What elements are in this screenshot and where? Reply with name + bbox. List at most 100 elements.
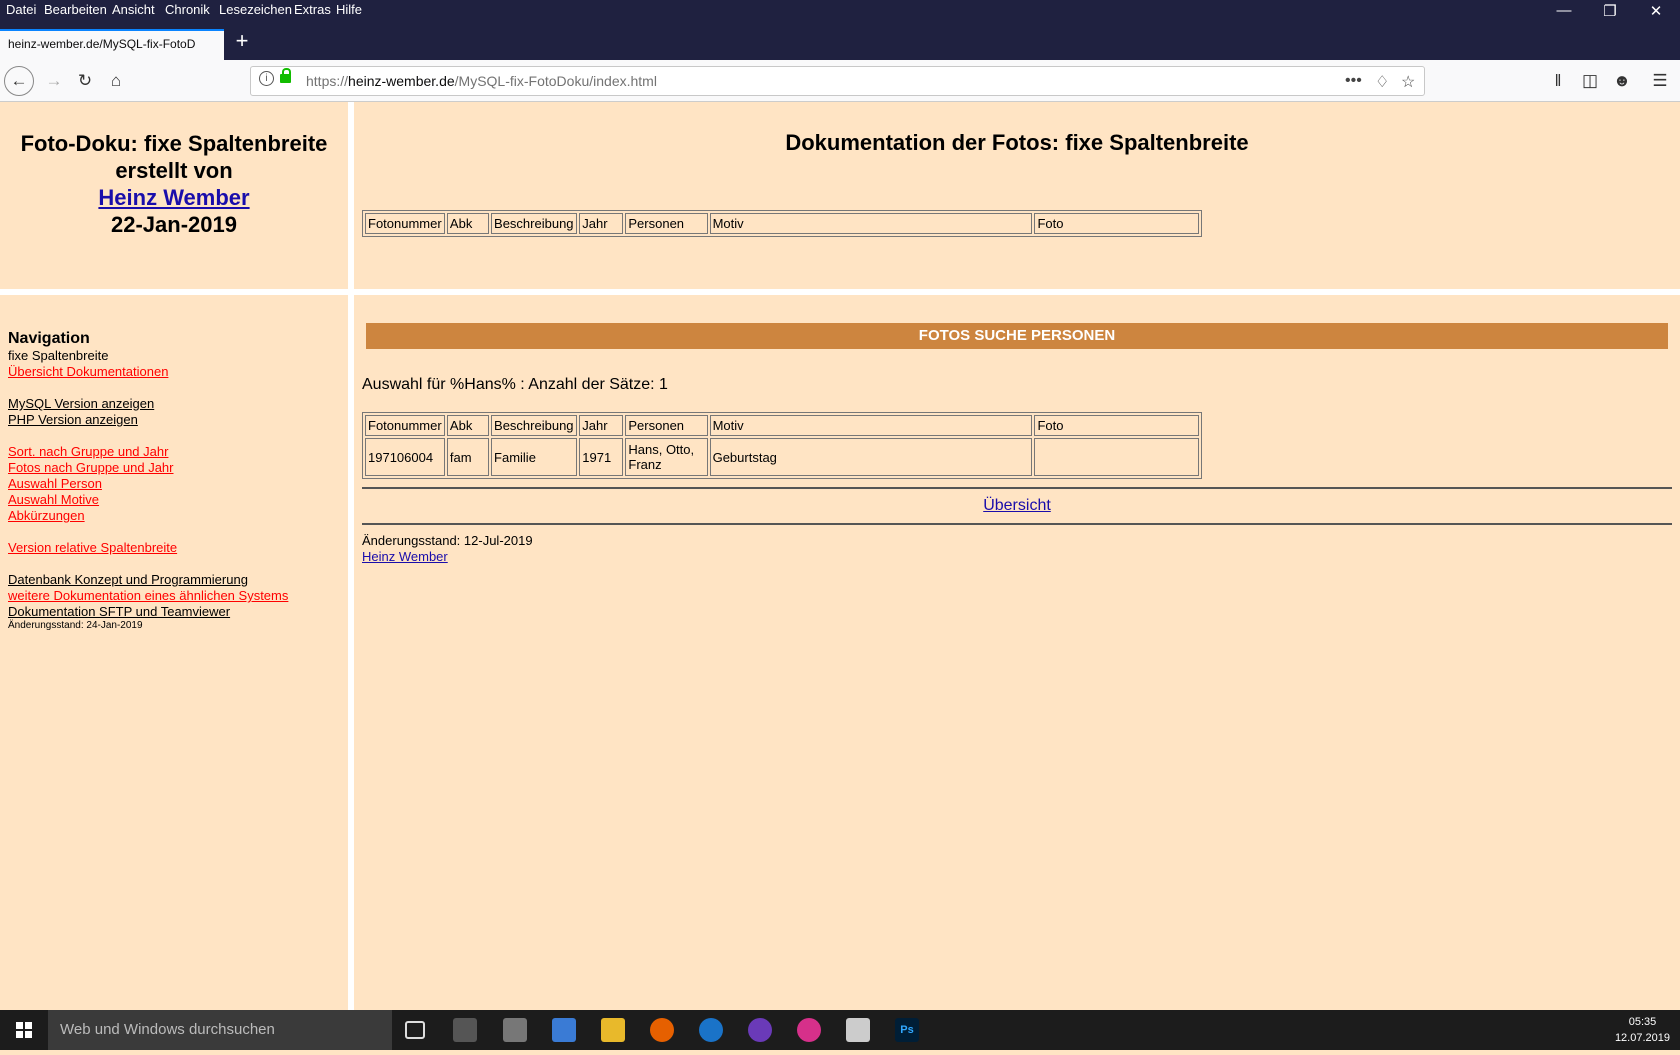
app-color-icon[interactable]: [797, 1018, 821, 1042]
sidebar-icon[interactable]: ◫: [1576, 67, 1604, 95]
header-table: Fotonummer Abk Beschreibung Jahr Persone…: [362, 210, 1202, 237]
cell-abk: fam: [446, 438, 490, 476]
cell-beschreibung: Familie: [491, 438, 578, 476]
more-icon[interactable]: •••: [1345, 72, 1362, 90]
col-jahr: Jahr: [579, 213, 624, 234]
nav-link-php[interactable]: PHP Version anzeigen: [8, 412, 338, 428]
nav-link-sort[interactable]: Sort. nach Gruppe und Jahr: [8, 444, 338, 460]
library-icon[interactable]: ‖: [1544, 67, 1572, 95]
close-icon[interactable]: ✕: [1636, 2, 1676, 20]
cell-jahr: 1971: [579, 438, 624, 476]
tab-title: heinz-wember.de/MySQL-fix-FotoD: [8, 37, 196, 51]
col-foto: Foto: [1034, 213, 1199, 234]
page-title: Dokumentation der Fotos: fixe Spaltenbre…: [785, 130, 1249, 155]
nav-heading: Navigation: [8, 330, 90, 347]
overview-link-wrap: Übersicht: [362, 497, 1672, 515]
col-abk: Abk: [446, 213, 490, 234]
store-icon[interactable]: [453, 1018, 477, 1042]
nav-link-db[interactable]: Datenbank Konzept und Programmierung: [8, 572, 338, 588]
account-icon[interactable]: ☻: [1608, 67, 1636, 95]
col-personen: Personen: [625, 213, 708, 234]
notepad-icon[interactable]: [846, 1018, 870, 1042]
cell-motiv: Geburtstag: [709, 438, 1033, 476]
overview-link[interactable]: Übersicht: [983, 497, 1051, 514]
home-icon[interactable]: ⌂: [102, 67, 130, 95]
system-clock[interactable]: 05:35 12.07.2019: [1615, 1014, 1670, 1046]
app-purple-icon[interactable]: [748, 1018, 772, 1042]
col-motiv: Motiv: [709, 415, 1033, 436]
header-date: 22-Jan-2019: [111, 212, 237, 237]
nav-link-weitere[interactable]: weitere Dokumentation eines ähnlichen Sy…: [8, 588, 338, 604]
nav-link-person[interactable]: Auswahl Person: [8, 476, 338, 492]
cell-nr: 197106004: [365, 438, 445, 476]
menu-hilfe[interactable]: Hilfe: [336, 2, 362, 17]
section-banner: FOTOS SUCHE PERSONEN: [366, 323, 1668, 349]
selection-summary: Auswahl für %Hans% : Anzahl der Sätze: 1: [362, 376, 668, 393]
firefox-icon[interactable]: [650, 1018, 674, 1042]
clock-time: 05:35: [1628, 1016, 1657, 1028]
footer: Änderungsstand: 12-Jul-2019 Heinz Wember: [362, 533, 533, 565]
menu-extras[interactable]: Extras: [294, 2, 331, 17]
col-motiv: Motiv: [709, 213, 1033, 234]
header-left: Foto-Doku: fixe Spaltenbreite erstellt v…: [0, 102, 348, 288]
reload-icon[interactable]: ↻: [71, 67, 99, 95]
thunderbird-icon[interactable]: [699, 1018, 723, 1042]
url-bar[interactable]: i https://heinz-wember.de/MySQL-fix-Foto…: [250, 66, 1425, 96]
nav-link-abk[interactable]: Abkürzungen: [8, 508, 338, 524]
col-beschreibung: Beschreibung: [491, 213, 578, 234]
footer-stand: Änderungsstand: 12-Jul-2019: [362, 533, 533, 548]
file-explorer-icon[interactable]: [601, 1018, 625, 1042]
pocket-icon[interactable]: ♢: [1375, 72, 1389, 92]
lock-icon: [280, 68, 291, 83]
menu-ansicht[interactable]: Ansicht: [112, 2, 155, 17]
footer-author-link[interactable]: Heinz Wember: [362, 549, 448, 564]
nav-current: fixe Spaltenbreite: [8, 348, 109, 363]
windows-start-icon[interactable]: [0, 1010, 48, 1050]
header-right: Dokumentation der Fotos: fixe Spaltenbre…: [354, 102, 1680, 289]
table-row: 197106004 fam Familie 1971 Hans, Otto, F…: [365, 438, 1199, 476]
nav-link-motive[interactable]: Auswahl Motive: [8, 492, 338, 508]
menu-bearbeiten[interactable]: Bearbeiten: [44, 2, 107, 17]
results-table: Fotonummer Abk Beschreibung Jahr Persone…: [362, 412, 1202, 479]
menu-lesezeichen[interactable]: Lesezeichen: [219, 2, 292, 17]
cell-foto: [1034, 438, 1199, 476]
created-by: erstellt von: [115, 158, 233, 183]
col-abk: Abk: [446, 415, 490, 436]
forward-arrow-icon[interactable]: →: [40, 67, 68, 95]
cell-personen: Hans, Otto, Franz: [625, 438, 708, 476]
browser-tab[interactable]: heinz-wember.de/MySQL-fix-FotoD: [0, 29, 224, 60]
photoshop-icon[interactable]: Ps: [895, 1018, 919, 1042]
nav-stand: Änderungsstand: 24-Jan-2019: [8, 620, 143, 631]
info-icon[interactable]: i: [259, 71, 274, 86]
taskbar-search[interactable]: Web und Windows durchsuchen: [48, 1010, 392, 1050]
clock-date: 12.07.2019: [1614, 1032, 1670, 1044]
divider-line: [362, 487, 1672, 489]
menu-datei[interactable]: Datei: [6, 2, 36, 17]
table-header-row: Fotonummer Abk Beschreibung Jahr Persone…: [365, 213, 1199, 234]
task-view-icon[interactable]: [405, 1021, 425, 1039]
bookmark-star-icon[interactable]: ☆: [1401, 72, 1415, 92]
network-app-icon[interactable]: [552, 1018, 576, 1042]
col-jahr: Jahr: [579, 415, 624, 436]
restore-icon[interactable]: ❐: [1590, 2, 1630, 20]
author-link[interactable]: Heinz Wember: [98, 185, 249, 210]
menu-chronik[interactable]: Chronik: [165, 2, 210, 17]
back-arrow-icon[interactable]: ←: [4, 66, 34, 96]
nav-link-sftp[interactable]: Dokumentation SFTP und Teamviewer: [8, 604, 338, 620]
hamburger-menu-icon[interactable]: ☰: [1646, 67, 1674, 95]
tab-bar: heinz-wember.de/MySQL-fix-FotoD +: [0, 22, 1680, 60]
nav-link-fotos[interactable]: Fotos nach Gruppe und Jahr: [8, 460, 338, 476]
site-title: Foto-Doku: fixe Spaltenbreite: [20, 131, 328, 156]
nav-link-relative[interactable]: Version relative Spaltenbreite: [8, 540, 338, 556]
menu-bar: Datei Bearbeiten Ansicht Chronik Lesezei…: [0, 0, 1680, 22]
new-tab-icon[interactable]: +: [230, 30, 254, 52]
col-personen: Personen: [625, 415, 708, 436]
minimize-icon[interactable]: —: [1544, 2, 1584, 19]
app-icon[interactable]: [503, 1018, 527, 1042]
nav-link-overview[interactable]: Übersicht Dokumentationen: [8, 364, 338, 380]
taskbar: Web und Windows durchsuchen Ps 05:35 12.…: [0, 1010, 1680, 1050]
nav-link-mysql[interactable]: MySQL Version anzeigen: [8, 396, 338, 412]
col-fotonummer: Fotonummer: [365, 415, 445, 436]
url-path: /MySQL-fix-FotoDoku/index.html: [454, 73, 657, 89]
navigation: Navigation fixe Spaltenbreite Übersicht …: [8, 330, 338, 632]
